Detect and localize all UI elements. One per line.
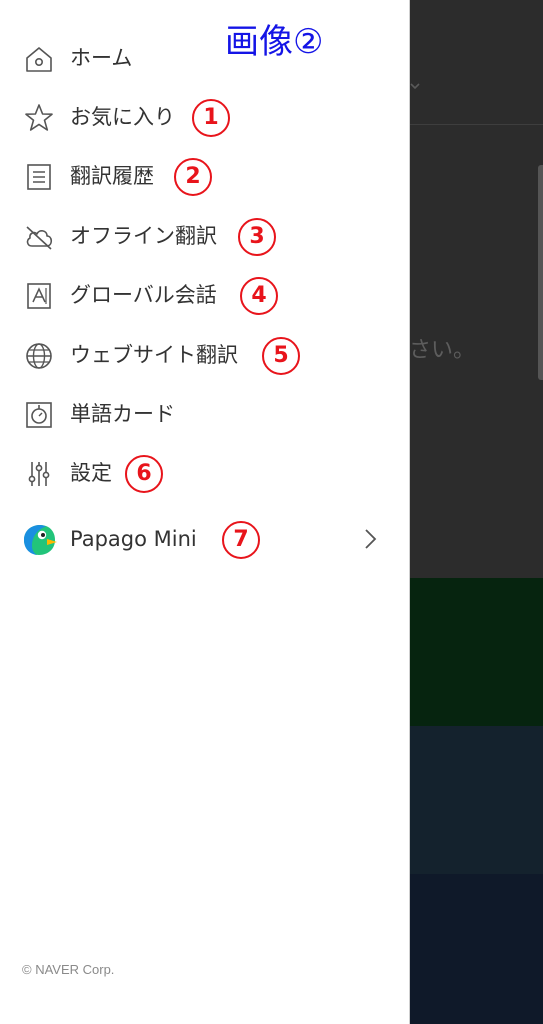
annotation-badge: 5 xyxy=(262,337,300,375)
background-panel xyxy=(409,578,543,726)
annotation-badge: 1 xyxy=(192,99,230,137)
navigation-drawer: 画像② ホーム お気に入り 1 翻訳履歴 2 オフライン翻訳 3 グローバル会話… xyxy=(0,0,409,1024)
scroll-handle xyxy=(538,165,543,380)
menu-item-label: 設定 xyxy=(70,461,112,485)
background-panel xyxy=(409,874,543,1024)
menu-item-website-translation[interactable]: ウェブサイト翻訳 5 xyxy=(0,326,409,384)
menu-item-history[interactable]: 翻訳履歴 2 xyxy=(0,147,409,205)
menu-item-label: ホーム xyxy=(70,46,133,70)
menu-item-label: Papago Mini xyxy=(70,527,197,551)
annotation-badge: 2 xyxy=(174,158,212,196)
menu-item-label: 翻訳履歴 xyxy=(70,164,154,188)
menu-item-global-conversation[interactable]: グローバル会話 4 xyxy=(0,266,409,324)
background-app-overlay[interactable]: さい。 xyxy=(409,0,543,1024)
background-text: さい。 xyxy=(409,338,476,363)
home-icon xyxy=(24,44,54,74)
menu-item-label: オフライン翻訳 xyxy=(70,224,217,248)
menu-item-label: 単語カード xyxy=(70,402,175,426)
drawer-edge xyxy=(409,0,410,1024)
menu-item-favorites[interactable]: お気に入り 1 xyxy=(0,88,409,146)
menu-item-word-cards[interactable]: 単語カード xyxy=(0,385,409,443)
annotation-badge: 4 xyxy=(240,277,278,315)
background-divider xyxy=(409,124,543,125)
menu-item-label: お気に入り xyxy=(70,105,175,129)
annotation-badge: 7 xyxy=(222,521,260,559)
history-icon xyxy=(24,162,54,192)
chevron-right-icon xyxy=(365,529,377,549)
settings-sliders-icon xyxy=(24,459,54,489)
menu-item-offline-translation[interactable]: オフライン翻訳 3 xyxy=(0,207,409,265)
chevron-down-icon xyxy=(410,83,420,90)
menu-item-papago-mini[interactable]: Papago Mini 7 xyxy=(0,510,409,568)
globe-icon xyxy=(24,341,54,371)
copyright-footer: © NAVER Corp. xyxy=(22,962,115,977)
annotation-badge: 6 xyxy=(125,455,163,493)
annotation-badge: 3 xyxy=(238,218,276,256)
menu-item-label: グローバル会話 xyxy=(70,283,217,307)
papago-bird-icon xyxy=(20,522,58,558)
menu-item-label: ウェブサイト翻訳 xyxy=(70,343,238,367)
menu-item-settings[interactable]: 設定 6 xyxy=(0,444,409,502)
background-panel xyxy=(409,726,543,874)
conversation-icon xyxy=(24,281,54,311)
star-icon xyxy=(24,103,54,133)
word-card-icon xyxy=(24,400,54,430)
cloud-off-icon xyxy=(24,222,54,252)
menu-item-home[interactable]: ホーム xyxy=(0,29,409,87)
